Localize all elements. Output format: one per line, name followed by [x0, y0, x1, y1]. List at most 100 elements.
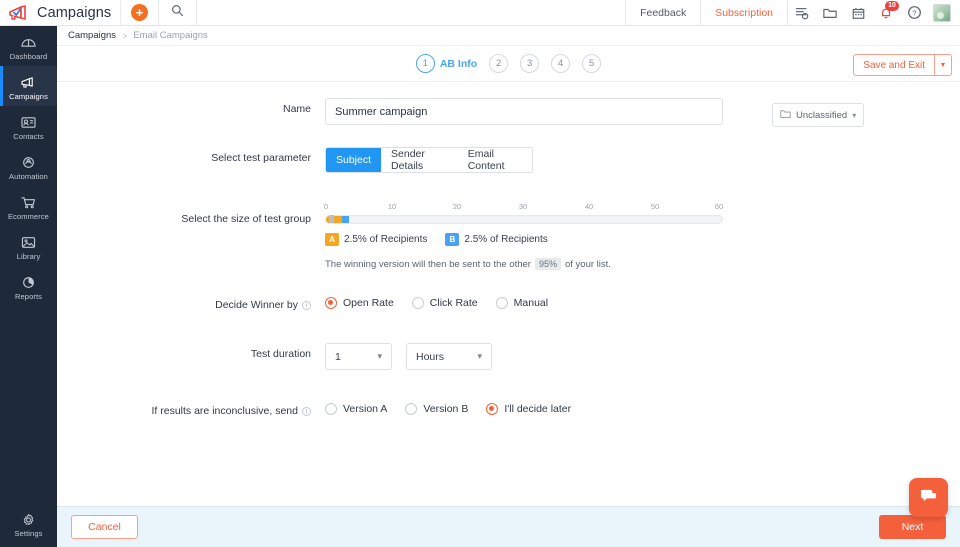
- megaphone-logo-icon: [8, 4, 30, 22]
- radio-manual[interactable]: Manual: [495, 297, 549, 309]
- step-number: 2: [489, 54, 509, 73]
- test-group-slider[interactable]: [325, 215, 723, 224]
- version-b-badge: B: [445, 233, 460, 246]
- radio-version-a[interactable]: Version A: [325, 403, 387, 415]
- sidebar-label: Library: [16, 252, 41, 261]
- slider-tick: 30: [518, 202, 528, 211]
- folder-select-value: Unclassified: [796, 109, 848, 121]
- wizard-step-4[interactable]: 4: [551, 54, 571, 73]
- sidebar-label: Settings: [14, 529, 43, 538]
- sidebar-label: Campaigns: [9, 92, 48, 101]
- slider-fill-version-b: [342, 216, 349, 223]
- cancel-button[interactable]: Cancel: [71, 515, 138, 539]
- test-duration-amount-select[interactable]: 1 ▾: [325, 343, 392, 370]
- sidebar-item-automation[interactable]: Automation: [0, 146, 57, 186]
- folder-select[interactable]: Unclassified ▾: [772, 103, 864, 127]
- divider: [196, 0, 197, 26]
- version-a-legend: A 2.5% of Recipients: [325, 233, 427, 246]
- info-icon[interactable]: i: [302, 406, 311, 416]
- sidebar-item-settings[interactable]: Settings: [0, 503, 57, 543]
- step-number: 3: [520, 54, 540, 73]
- sidebar-item-dashboard[interactable]: Dashboard: [0, 26, 57, 66]
- test-duration-unit-value: Hours: [416, 350, 445, 363]
- chevron-down-icon[interactable]: ▼: [934, 55, 951, 75]
- next-button[interactable]: Next: [879, 515, 946, 539]
- version-a-text: 2.5% of Recipients: [344, 234, 428, 245]
- calendar-icon[interactable]: [844, 0, 872, 26]
- radio-indicator: [411, 297, 424, 309]
- automation-icon: [20, 155, 37, 170]
- test-duration-unit-select[interactable]: Hours ▾: [406, 343, 492, 370]
- step-label: AB Info: [439, 57, 478, 70]
- radio-version-b[interactable]: Version B: [405, 403, 468, 415]
- wizard-step-2[interactable]: 2: [489, 54, 509, 73]
- winner-note-prefix: The winning version will then be sent to…: [325, 258, 531, 270]
- save-and-exit-button[interactable]: Save and Exit ▼: [853, 54, 952, 76]
- chevron-down-icon: ▾: [477, 351, 482, 361]
- inconclusive-label-wrap: If results are inconclusive, send i: [57, 400, 325, 417]
- radio-open-rate[interactable]: Open Rate: [325, 297, 394, 309]
- brand: Campaigns: [0, 4, 120, 22]
- radio-label: Open Rate: [343, 297, 394, 309]
- feedback-link[interactable]: Feedback: [626, 0, 700, 26]
- test-duration-label: Test duration: [250, 348, 311, 360]
- radio-indicator: [325, 403, 337, 415]
- version-a-badge: A: [325, 233, 339, 246]
- test-duration-amount-value: 1: [335, 350, 341, 363]
- campaign-name-input[interactable]: [325, 98, 723, 125]
- add-button[interactable]: +: [121, 0, 158, 26]
- notification-badge: 10: [885, 0, 899, 11]
- chat-icon: [919, 487, 938, 509]
- tab-subject[interactable]: Subject: [326, 148, 382, 172]
- folder-icon[interactable]: [816, 0, 844, 26]
- wizard-step-5[interactable]: 5: [582, 54, 602, 73]
- radio-label: Version A: [343, 403, 388, 415]
- brand-title: Campaigns: [37, 4, 112, 21]
- notifications-icon[interactable]: 10: [872, 0, 900, 26]
- dashboard-icon: [20, 35, 37, 50]
- pie-chart-icon: [20, 275, 37, 290]
- top-bar-icons: 10 ?: [788, 0, 960, 26]
- sidebar-item-contacts[interactable]: Contacts: [0, 106, 57, 146]
- winner-note-percent: 95%: [534, 258, 561, 270]
- slider-handle[interactable]: [329, 215, 334, 223]
- test-group-label: Select the size of test group: [181, 213, 311, 225]
- search-button[interactable]: [159, 0, 196, 26]
- slider-tick: 50: [650, 202, 660, 211]
- radio-label: Manual: [513, 297, 549, 309]
- tasks-icon[interactable]: [788, 0, 816, 26]
- wizard-step-3[interactable]: 3: [520, 54, 540, 73]
- test-duration-row: Test duration 1 ▾ Hours ▾: [57, 343, 960, 370]
- radio-label: Click Rate: [429, 297, 478, 309]
- image-icon: [20, 235, 37, 250]
- sidebar-item-reports[interactable]: Reports: [0, 266, 57, 306]
- megaphone-icon: [20, 75, 37, 90]
- sidebar-item-campaigns[interactable]: Campaigns: [0, 66, 57, 106]
- info-icon[interactable]: i: [302, 300, 311, 310]
- wizard-step-1[interactable]: 1 AB Info: [415, 54, 478, 73]
- test-parameter-row: Select test parameter Subject Sender Det…: [57, 147, 960, 173]
- radio-decide-later[interactable]: I'll decide later: [486, 403, 571, 415]
- inconclusive-label: If results are inconclusive, send: [151, 405, 299, 417]
- top-bar: Campaigns + Feedback Subscription 10 ?: [0, 0, 960, 26]
- step-number: 4: [551, 54, 571, 73]
- sidebar-label: Reports: [15, 292, 42, 301]
- avatar[interactable]: [928, 0, 956, 26]
- tab-sender-details[interactable]: Sender Details: [381, 148, 458, 172]
- breadcrumb-campaigns[interactable]: Campaigns: [68, 30, 116, 41]
- breadcrumb-email-campaigns[interactable]: Email Campaigns: [133, 30, 207, 41]
- help-icon[interactable]: ?: [900, 0, 928, 26]
- sidebar-label: Dashboard: [9, 52, 48, 61]
- decide-winner-row: Decide Winner by i Open Rate Click Rate …: [57, 294, 960, 311]
- winner-note-suffix: of your list.: [564, 258, 611, 270]
- chat-button[interactable]: [909, 478, 948, 517]
- subscription-link[interactable]: Subscription: [701, 0, 787, 26]
- inconclusive-options: Version A Version B I'll decide later: [325, 400, 571, 415]
- sidebar-item-ecommerce[interactable]: Ecommerce: [0, 186, 57, 226]
- save-and-exit-label: Save and Exit: [863, 59, 925, 71]
- tab-email-content[interactable]: Email Content: [457, 148, 532, 172]
- radio-click-rate[interactable]: Click Rate: [411, 297, 478, 309]
- breadcrumb-separator: >: [122, 30, 128, 41]
- slider-ticks: 0 10 20 30 40 50 60: [324, 202, 723, 215]
- sidebar-item-library[interactable]: Library: [0, 226, 57, 266]
